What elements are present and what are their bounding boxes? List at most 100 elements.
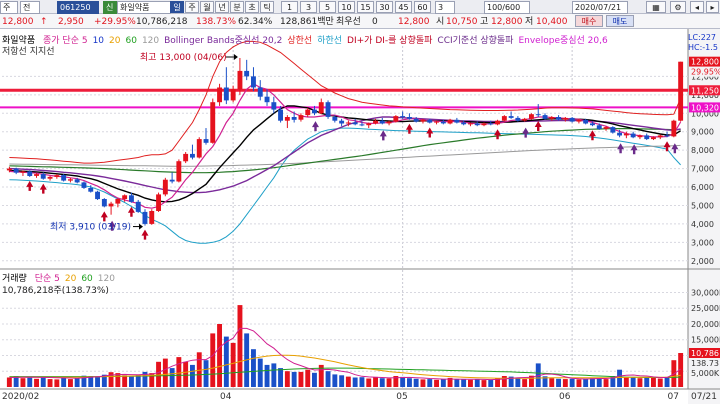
period-button-1[interactable]: 주 [185, 1, 199, 13]
minute-button-60[interactable]: 60 [414, 1, 431, 13]
candle-body [88, 188, 94, 192]
candle-body [271, 102, 277, 110]
volume-bar [305, 369, 311, 387]
candle-body [481, 123, 487, 126]
period-button-3[interactable]: 년 [215, 1, 229, 13]
volume-bar [34, 378, 39, 387]
candle-body [13, 168, 19, 173]
candle-body [488, 123, 494, 125]
volume-bar [312, 372, 317, 387]
candle-body [169, 179, 175, 182]
volume-bar [210, 333, 216, 387]
volume-bar [630, 377, 636, 387]
low-price: 10,400 [536, 17, 568, 27]
candle-body [176, 161, 182, 182]
candle-body [542, 115, 548, 119]
period-button-2[interactable]: 월 [200, 1, 214, 13]
volume-bar [230, 342, 236, 387]
period-button-6[interactable]: 틱 [260, 1, 274, 13]
x-axis-label: 05 [396, 392, 407, 402]
candle-body [596, 125, 602, 129]
minute-button-5[interactable]: 5 [319, 1, 336, 13]
candle-body [244, 70, 250, 77]
candle-body [569, 117, 575, 122]
settings-icon[interactable]: ⚙ [670, 1, 686, 13]
volume-bar [6, 377, 12, 387]
priority-value: 0 [372, 17, 378, 27]
stock-code-input[interactable]: 061250 [57, 1, 99, 14]
volume-bar [576, 379, 582, 387]
open-price: 10,750 [446, 17, 478, 27]
stock-chart[interactable]: 12,00011,00010,0009,0008,0007,0006,0005,… [0, 29, 720, 404]
minute-button-10[interactable]: 10 [338, 1, 355, 13]
calendar-icon[interactable]: ▦ [646, 1, 666, 13]
date-input[interactable]: 2020/07/21 [572, 1, 628, 14]
quote-bar: 12,800 ↑ 2,950 +29.95% 10,786,218 138.73… [0, 14, 720, 29]
period-select[interactable]: 전 [20, 1, 40, 14]
volume-bar [549, 378, 555, 387]
volume-bar [190, 364, 195, 387]
volume-bar [217, 324, 222, 387]
volume-bar [352, 377, 358, 387]
price-legend-item: 하한선 [317, 36, 343, 46]
candle-body [393, 116, 399, 122]
minute-button-45[interactable]: 45 [395, 1, 412, 13]
minute-button-30[interactable]: 30 [376, 1, 393, 13]
candle-body [223, 87, 229, 101]
trade-value: 128,861백만 [280, 17, 334, 27]
buy-button[interactable]: 매수 [575, 15, 603, 27]
candle-body [284, 117, 290, 121]
candle-body [332, 117, 338, 121]
minute-button-3[interactable]: 3 [300, 1, 317, 13]
candle-body [400, 116, 406, 118]
chevron-left-icon[interactable]: ◂ [690, 1, 704, 13]
volume-bar [257, 358, 263, 387]
period-button-4[interactable]: 분 [230, 1, 244, 13]
candle-body [440, 121, 446, 124]
minute-value-select[interactable]: 3 [435, 1, 455, 14]
candle-body [474, 123, 480, 126]
price-change-pct: +29.95% [94, 17, 136, 27]
sell-button[interactable]: 매도 [606, 15, 634, 27]
candle-body [34, 174, 39, 176]
price-legend-item: 상한선 [287, 36, 313, 46]
candle-body [610, 127, 616, 133]
period-button-0[interactable]: 일 [170, 1, 184, 13]
volume-bar [339, 375, 345, 387]
x-axis-label: 07 [667, 392, 678, 402]
volume-tick-label: 25,000K [691, 304, 720, 313]
volume-bar [298, 371, 304, 387]
current-price: 12,800 [2, 17, 34, 27]
high-label: 고 [480, 17, 489, 27]
candle-body [366, 123, 372, 126]
candle-body [576, 119, 582, 122]
candle-body [81, 182, 87, 188]
volume-bar [162, 358, 168, 387]
candle-body [427, 119, 433, 123]
stock-name-field[interactable]: 화일약품 [117, 1, 171, 14]
count-input[interactable]: 100/600 [484, 1, 530, 14]
market-select[interactable]: 주 [0, 1, 18, 14]
candle-body [162, 179, 168, 195]
chevron-right-icon[interactable]: ▸ [706, 1, 719, 13]
candle-body [149, 211, 155, 224]
period-button-5[interactable]: 초 [245, 1, 259, 13]
candle-body [61, 175, 67, 181]
candle-body [583, 119, 589, 124]
last-price-tag: 12,800 [691, 58, 719, 67]
support-resistance-label: 저항선 지지선 [2, 47, 55, 57]
volume-bar [522, 379, 528, 387]
volume-bar [569, 378, 575, 387]
candle-body [522, 118, 528, 121]
candle-body [339, 120, 345, 124]
volume-tick-label: 20,000K [691, 320, 720, 329]
candle-body [291, 117, 297, 120]
candle-body [47, 176, 53, 179]
high-annotation: 최고 13,000 (04/06) [140, 52, 227, 63]
candle-body [535, 114, 541, 116]
candle-body [447, 119, 453, 124]
minute-button-15[interactable]: 15 [357, 1, 374, 13]
support-tag: 10,320 [691, 103, 719, 112]
volume-bar [488, 379, 494, 387]
minute-button-1[interactable]: 1 [281, 1, 298, 13]
